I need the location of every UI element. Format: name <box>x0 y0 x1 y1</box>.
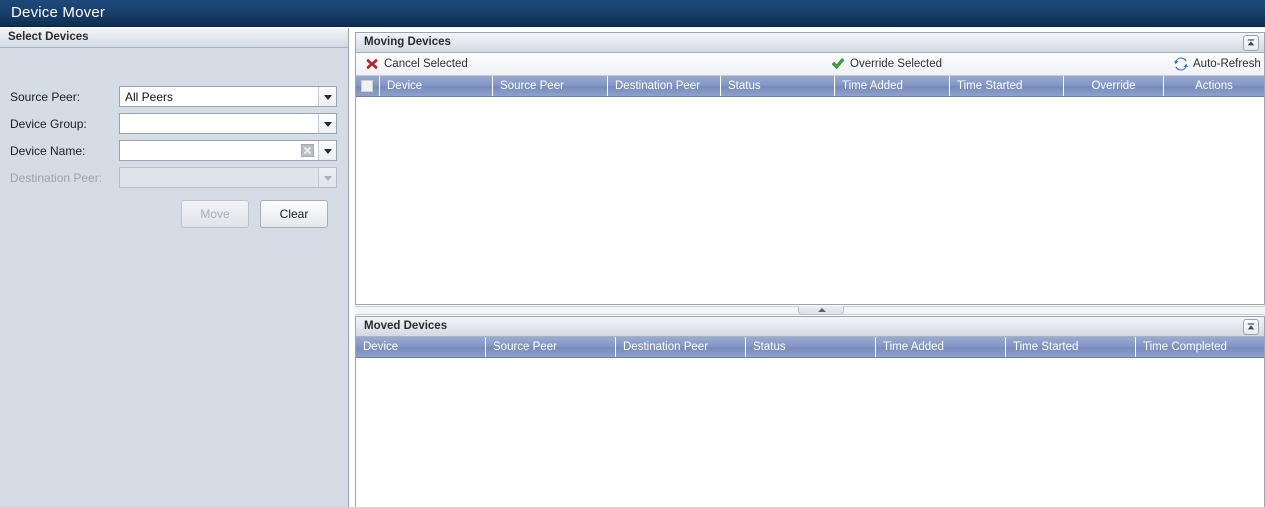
moving-devices-rows <box>356 97 1264 304</box>
column-header-time-added[interactable]: Time Added <box>876 337 1006 357</box>
cancel-selected-label: Cancel Selected <box>384 58 468 70</box>
page-title: Device Mover <box>11 4 106 21</box>
column-header-override[interactable]: Override <box>1064 76 1164 96</box>
source-peer-combobox[interactable]: All Peers <box>119 86 337 107</box>
column-header-status[interactable]: Status <box>746 337 876 357</box>
grids-region: Moving Devices Cancel Selected Override … <box>350 28 1265 507</box>
field-row-source-peer: Source Peer: All Peers <box>0 86 349 108</box>
device-group-label: Device Group: <box>10 117 87 131</box>
column-header-time-added[interactable]: Time Added <box>835 76 950 96</box>
moved-devices-rows <box>356 358 1264 506</box>
chevron-down-icon[interactable] <box>318 87 336 106</box>
destination-peer-label: Destination Peer: <box>10 171 103 185</box>
select-devices-title: Select Devices <box>8 31 89 43</box>
column-header-destination-peer[interactable]: Destination Peer <box>616 337 746 357</box>
moved-devices-title: Moved Devices <box>364 320 448 332</box>
collapse-up-glyph <box>1247 39 1255 46</box>
device-group-combobox[interactable] <box>119 113 337 134</box>
column-header-source-peer[interactable]: Source Peer <box>486 337 616 357</box>
select-all-checkbox[interactable] <box>356 76 380 96</box>
refresh-icon <box>1174 57 1188 71</box>
app-title-bar: Device Mover <box>0 0 1265 27</box>
column-header-destination-peer[interactable]: Destination Peer <box>608 76 721 96</box>
field-row-device-name: Device Name: <box>0 140 349 162</box>
moved-devices-column-header: Device Source Peer Destination Peer Stat… <box>356 337 1264 358</box>
chevron-down-icon[interactable] <box>318 114 336 133</box>
column-header-time-completed[interactable]: Time Completed <box>1136 337 1265 357</box>
source-peer-value: All Peers <box>125 90 174 104</box>
moved-devices-panel-header: Moved Devices <box>356 317 1264 337</box>
panel-splitter[interactable] <box>355 306 1265 315</box>
column-header-device[interactable]: Device <box>356 337 486 357</box>
clear-icon[interactable] <box>301 144 314 157</box>
device-name-combobox[interactable] <box>119 140 337 161</box>
moving-devices-toolbar: Cancel Selected Override Selected Auto-R… <box>356 53 1264 76</box>
device-name-label: Device Name: <box>10 144 86 158</box>
clear-button[interactable]: Clear <box>260 200 328 228</box>
chevron-down-icon[interactable] <box>318 168 336 187</box>
splitter-collapse-handle[interactable] <box>798 306 844 315</box>
column-header-time-started[interactable]: Time Started <box>1006 337 1136 357</box>
column-header-time-started[interactable]: Time Started <box>950 76 1064 96</box>
field-row-device-group: Device Group: <box>0 113 349 135</box>
collapse-up-icon[interactable] <box>1243 319 1259 335</box>
collapse-up-glyph <box>1247 323 1255 330</box>
select-devices-panel-header: Select Devices <box>0 28 348 48</box>
override-selected-label: Override Selected <box>850 58 943 70</box>
destination-peer-combobox[interactable] <box>119 167 337 188</box>
collapse-up-icon[interactable] <box>1243 35 1259 51</box>
move-button[interactable]: Move <box>181 200 249 228</box>
column-header-status[interactable]: Status <box>721 76 835 96</box>
source-peer-label: Source Peer: <box>10 90 81 104</box>
green-check-icon <box>831 57 845 71</box>
moving-devices-panel-header: Moving Devices <box>356 33 1264 53</box>
moving-devices-panel: Moving Devices Cancel Selected Override … <box>355 32 1265 305</box>
field-row-destination-peer: Destination Peer: <box>0 167 349 189</box>
moving-devices-column-header: Device Source Peer Destination Peer Stat… <box>356 76 1264 97</box>
clear-x-glyph <box>303 146 312 155</box>
moving-devices-title: Moving Devices <box>364 36 451 48</box>
select-devices-panel: Select Devices Source Peer: All Peers De… <box>0 28 349 507</box>
column-header-source-peer[interactable]: Source Peer <box>493 76 608 96</box>
moved-devices-panel: Moved Devices Device Source Peer Destina… <box>355 316 1265 507</box>
column-header-actions[interactable]: Actions <box>1164 76 1264 96</box>
chevron-down-icon[interactable] <box>318 141 336 160</box>
column-header-device[interactable]: Device <box>380 76 493 96</box>
red-x-icon <box>365 57 379 71</box>
auto-refresh-label: Auto-Refresh <box>1193 58 1261 70</box>
